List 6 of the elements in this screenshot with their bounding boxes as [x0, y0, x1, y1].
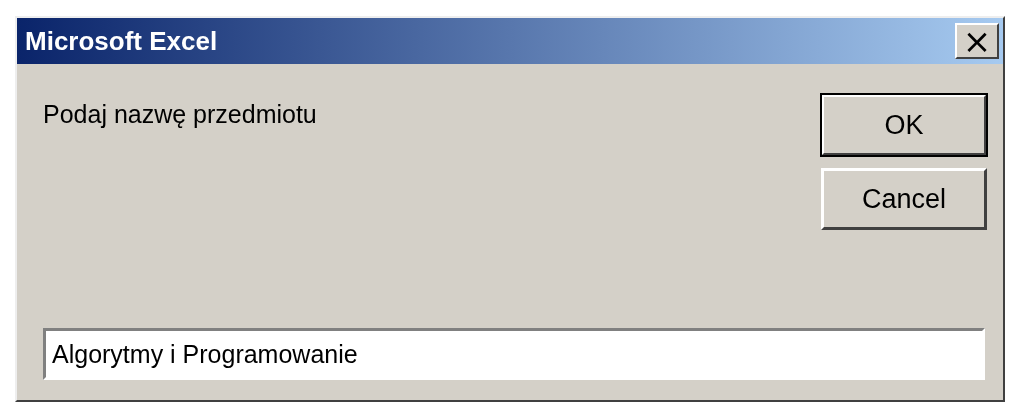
window-title: Microsoft Excel	[25, 25, 218, 57]
input-field[interactable]: Algorytmy i Programowanie	[43, 328, 985, 380]
prompt-text: Podaj nazwę przedmiotu	[43, 100, 317, 129]
dialog-button[interactable]: Cancel	[821, 168, 987, 230]
default-button[interactable]: OK	[821, 94, 987, 156]
close-button[interactable]: ×	[955, 23, 999, 59]
